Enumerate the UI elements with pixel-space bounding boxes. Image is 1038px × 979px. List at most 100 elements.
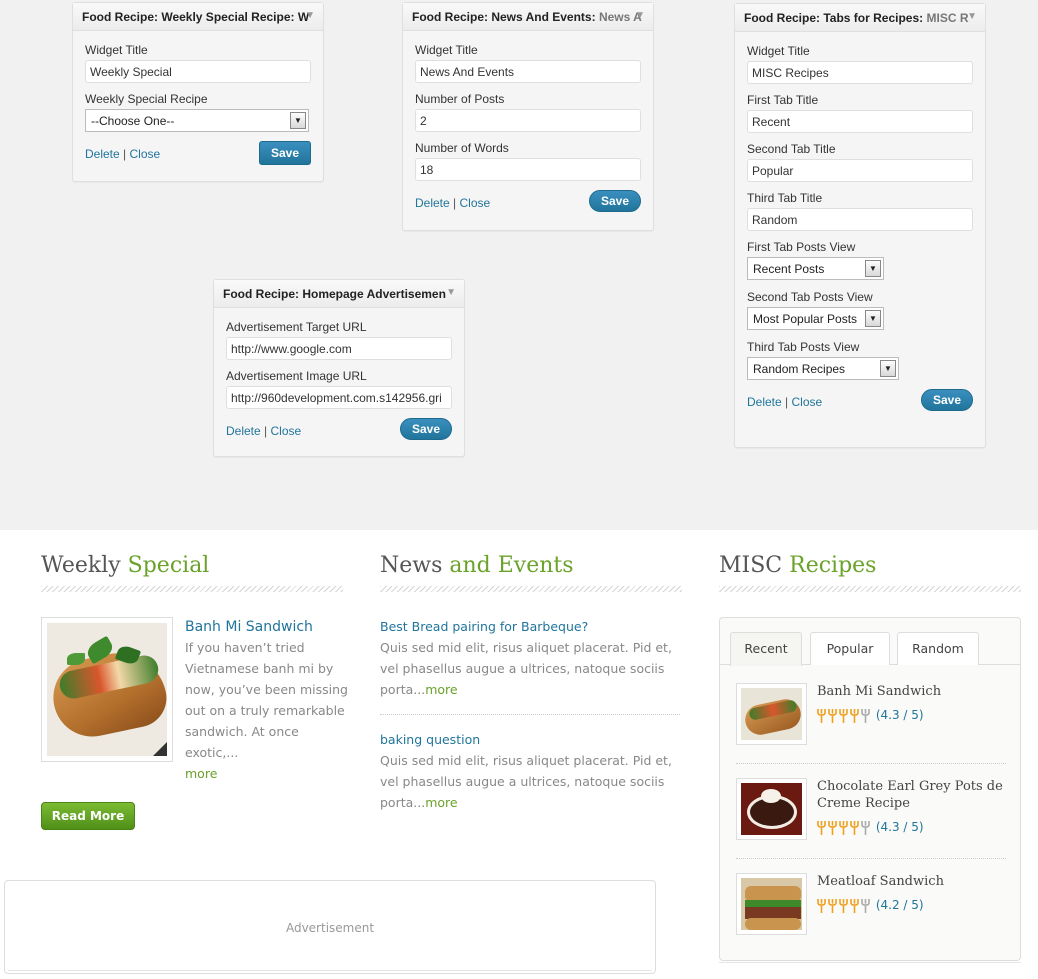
advertisement-bottom-edge bbox=[8, 970, 652, 974]
collapse-arrow-icon[interactable]: ▼ bbox=[305, 10, 315, 21]
link-separator: | bbox=[453, 196, 457, 210]
meatloaf-sandwich-image bbox=[741, 878, 802, 930]
misc-recipes-heading: MISC Recipes bbox=[719, 553, 876, 578]
ad-image-input[interactable]: http://960development.com.s142956.gri bbox=[226, 386, 452, 409]
weekly-special-post-title[interactable]: Banh Mi Sandwich bbox=[185, 617, 350, 637]
dropdown-arrow-icon[interactable]: ▼ bbox=[880, 360, 896, 377]
recipe-post-title[interactable]: Meatloaf Sandwich bbox=[817, 873, 1012, 890]
dropdown-arrow-icon[interactable]: ▼ bbox=[290, 112, 306, 129]
ad-image-label: Advertisement Image URL bbox=[226, 369, 367, 383]
collapse-arrow-icon[interactable]: ▼ bbox=[635, 10, 645, 21]
heading-divider bbox=[719, 586, 1021, 592]
heading-plain: MISC bbox=[719, 553, 783, 578]
third-view-label: Third Tab Posts View bbox=[747, 340, 860, 354]
delete-link[interactable]: Delete bbox=[415, 196, 450, 210]
third-tab-title-input[interactable]: Random bbox=[747, 208, 973, 231]
dropdown-arrow-icon[interactable]: ▼ bbox=[865, 260, 881, 277]
recipe-post-title[interactable]: Banh Mi Sandwich bbox=[817, 683, 1012, 700]
news-item-excerpt: Quis sed mid elit, risus aliquet placera… bbox=[380, 753, 672, 810]
chocolate-pot-image bbox=[741, 783, 802, 835]
recipe-post: Meatloaf Sandwich (4.2 / 5) bbox=[736, 873, 1008, 937]
recipe-thumbnail[interactable] bbox=[736, 873, 807, 935]
rating-fork-icon bbox=[850, 898, 859, 913]
recipe-thumbnail[interactable] bbox=[736, 683, 807, 745]
close-link[interactable]: Close bbox=[792, 395, 823, 409]
news-item-excerpt: Quis sed mid elit, risus aliquet placera… bbox=[380, 640, 672, 697]
collapse-arrow-icon[interactable]: ▼ bbox=[446, 287, 456, 298]
widget-header[interactable]: Food Recipe: Tabs for Recipes: MISC R ▼ bbox=[735, 4, 985, 32]
delete-link[interactable]: Delete bbox=[747, 395, 782, 409]
rating-fork-icon bbox=[817, 708, 826, 723]
third-tab-title-label: Third Tab Title bbox=[747, 191, 823, 205]
rating-fork-icon bbox=[861, 708, 870, 723]
heading-accent: Recipes bbox=[789, 553, 877, 578]
tabs-recipes-widget: Food Recipe: Tabs for Recipes: MISC R ▼ … bbox=[734, 3, 986, 448]
rating-text: (4.3 / 5) bbox=[875, 820, 924, 834]
news-item-title[interactable]: baking question bbox=[380, 729, 682, 750]
read-more-button[interactable]: Read More bbox=[41, 802, 135, 830]
second-view-select[interactable]: Most Popular Posts ▼ bbox=[747, 307, 884, 330]
third-view-select[interactable]: Random Recipes ▼ bbox=[747, 357, 899, 380]
recipe-thumbnail[interactable] bbox=[736, 778, 807, 840]
close-link[interactable]: Close bbox=[271, 424, 302, 438]
heading-accent: Special bbox=[127, 553, 210, 578]
rating-text: (4.2 / 5) bbox=[875, 898, 924, 912]
first-tab-title-input[interactable]: Recent bbox=[747, 110, 973, 133]
first-view-label: First Tab Posts View bbox=[747, 240, 856, 254]
dropdown-arrow-icon[interactable]: ▼ bbox=[865, 310, 881, 327]
tab-random[interactable]: Random bbox=[897, 632, 979, 665]
widget-title-input[interactable]: MISC Recipes bbox=[747, 61, 973, 84]
more-link[interactable]: more bbox=[425, 795, 457, 810]
weekly-recipe-select[interactable]: --Choose One-- ▼ bbox=[85, 109, 309, 132]
widget-title-input[interactable]: News And Events bbox=[415, 60, 641, 83]
first-tab-title-label: First Tab Title bbox=[747, 93, 819, 107]
second-tab-title-input[interactable]: Popular bbox=[747, 159, 973, 182]
more-link[interactable]: more bbox=[185, 766, 217, 781]
close-link[interactable]: Close bbox=[130, 147, 161, 161]
collapse-arrow-icon[interactable]: ▼ bbox=[967, 11, 977, 22]
delete-link[interactable]: Delete bbox=[226, 424, 261, 438]
rating-fork-icon bbox=[850, 820, 859, 835]
weekly-special-heading: Weekly Special bbox=[41, 553, 209, 578]
delete-link[interactable]: Delete bbox=[85, 147, 120, 161]
link-separator: | bbox=[785, 395, 789, 409]
words-count-label: Number of Words bbox=[415, 141, 509, 155]
weekly-recipe-label: Weekly Special Recipe bbox=[85, 92, 208, 106]
heading-divider bbox=[380, 586, 682, 592]
posts-count-input[interactable]: 2 bbox=[415, 109, 641, 132]
news-item: Best Bread pairing for Barbeque? Quis se… bbox=[380, 616, 682, 700]
tab-popular[interactable]: Popular bbox=[810, 632, 890, 665]
heading-divider bbox=[41, 586, 343, 592]
heading-plain: News bbox=[380, 553, 443, 578]
sandwich-image bbox=[741, 688, 802, 740]
save-button[interactable]: Save bbox=[258, 141, 311, 165]
save-button[interactable]: Save bbox=[920, 389, 973, 411]
recipe-post-title[interactable]: Chocolate Earl Grey Pots de Creme Recipe bbox=[817, 778, 1012, 812]
rating-fork-icon bbox=[839, 708, 848, 723]
tab-recent[interactable]: Recent bbox=[730, 632, 802, 666]
news-item-title[interactable]: Best Bread pairing for Barbeque? bbox=[380, 616, 682, 637]
more-link[interactable]: more bbox=[425, 682, 457, 697]
news-events-heading: News and Events bbox=[380, 553, 574, 578]
rating: (4.2 / 5) bbox=[817, 898, 924, 913]
save-button[interactable]: Save bbox=[399, 418, 452, 440]
widget-header[interactable]: Food Recipe: Weekly Special Recipe: W ▼ bbox=[73, 3, 323, 31]
news-events-widget: Food Recipe: News And Events: News A ▼ W… bbox=[402, 2, 654, 231]
admin-widgets-area: Food Recipe: Weekly Special Recipe: W ▼ … bbox=[0, 0, 1038, 530]
weekly-special-widget: Food Recipe: Weekly Special Recipe: W ▼ … bbox=[72, 2, 324, 182]
link-separator: | bbox=[264, 424, 268, 438]
save-button[interactable]: Save bbox=[588, 190, 641, 212]
post-divider bbox=[736, 858, 1006, 859]
first-view-select[interactable]: Recent Posts ▼ bbox=[747, 257, 884, 280]
news-divider bbox=[380, 714, 680, 715]
widget-title-input[interactable]: Weekly Special bbox=[85, 60, 311, 83]
widget-header[interactable]: Food Recipe: Homepage Advertisemen ▼ bbox=[214, 280, 464, 308]
ad-target-input[interactable]: http://www.google.com bbox=[226, 337, 452, 360]
rating-forks bbox=[817, 820, 872, 835]
close-link[interactable]: Close bbox=[460, 196, 491, 210]
rating-fork-icon bbox=[839, 898, 848, 913]
weekly-special-thumbnail[interactable] bbox=[41, 617, 173, 762]
words-count-input[interactable]: 18 bbox=[415, 158, 641, 181]
widget-header[interactable]: Food Recipe: News And Events: News A ▼ bbox=[403, 3, 653, 31]
advertisement-box[interactable]: Advertisement bbox=[4, 880, 656, 974]
